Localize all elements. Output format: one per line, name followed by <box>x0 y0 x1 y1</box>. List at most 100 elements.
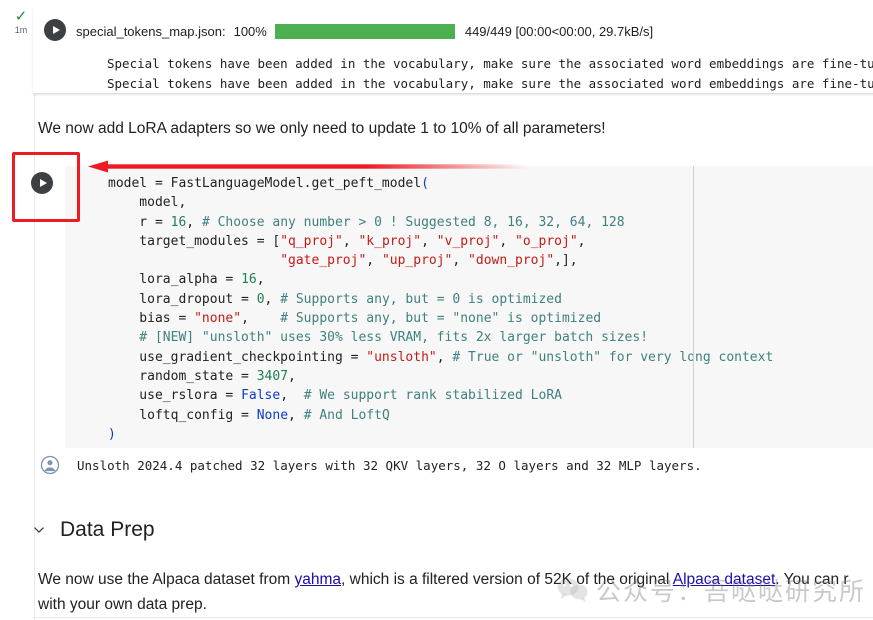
code-line: target_modules = ["q_proj", "k_proj", "v… <box>108 232 773 251</box>
code-token: target_modules = [ <box>108 233 281 249</box>
bottom-paragraph: We now use the Alpaca dataset from yahma… <box>38 567 873 617</box>
link-alpaca-dataset[interactable]: Alpaca dataset <box>673 571 776 588</box>
run-cell-button-code[interactable] <box>31 172 53 194</box>
code-token: , <box>280 388 304 404</box>
code-line: "gate_proj", "up_proj", "down_proj",], <box>108 251 773 270</box>
code-token: ,], <box>554 253 578 269</box>
code-token: # Supports any, but = "none" is optimize… <box>280 311 602 327</box>
code-token: # True or "unsloth" for very long contex… <box>452 349 774 365</box>
progress-bar-fill <box>274 23 455 39</box>
code-token: ) <box>108 426 116 442</box>
code-token: , <box>264 291 281 307</box>
section-title: Data Prep <box>60 518 155 541</box>
chevron-down-icon[interactable] <box>30 521 48 539</box>
user-avatar-icon <box>40 455 60 475</box>
code-token: 0 <box>256 291 265 307</box>
code-line: random_state = 3407, <box>108 367 773 386</box>
output-cell: special_tokens_map.json: 100% 449/449 [0… <box>33 8 873 94</box>
play-icon <box>39 179 47 187</box>
code-token: , <box>452 253 469 269</box>
stdout-text: Unsloth 2024.4 patched 32 layers with 32… <box>77 457 702 473</box>
code-token: , <box>288 407 304 423</box>
code-token: "unsloth" <box>366 349 437 365</box>
code-token: model = FastLanguageModel.get_peft_model <box>108 176 422 191</box>
code-token: , <box>436 349 453 365</box>
markdown-intro-text: We now add LoRA adapters so we only need… <box>38 120 606 137</box>
code-token: lora_dropout = <box>108 291 257 307</box>
code-line: lora_alpha = 16, <box>108 270 773 289</box>
run-time-label: 1m <box>14 25 28 35</box>
colab-notebook-page: ✓ 1m special_tokens_map.json: 100% 449/4… <box>0 0 873 620</box>
code-editor-content[interactable]: model = FastLanguageModel.get_peft_model… <box>108 174 773 444</box>
code-token: , <box>288 368 296 384</box>
code-token: , <box>342 233 359 249</box>
progress-file-label: special_tokens_map.json: <box>76 23 226 39</box>
code-token: loftq_config = <box>108 407 257 423</box>
play-icon <box>52 26 60 34</box>
code-token: "o_proj" <box>515 233 578 249</box>
code-line: loftq_config = None, # And LoftQ <box>108 406 773 425</box>
paragraph-text-part3: . You can r <box>775 571 849 588</box>
code-cell[interactable]: model = FastLanguageModel.get_peft_model… <box>65 166 873 448</box>
progress-bar-track <box>274 23 455 39</box>
code-token: None <box>256 407 289 423</box>
paragraph-text-part1: We now use the Alpaca dataset from <box>38 571 295 588</box>
output-line: Special tokens have been added in the vo… <box>107 56 873 71</box>
code-token: random_state = <box>108 368 257 384</box>
code-token: "q_proj" <box>280 233 343 249</box>
code-token: , <box>241 311 281 327</box>
code-token: model, <box>108 195 187 211</box>
code-token: # And LoftQ <box>303 407 390 423</box>
code-token: , <box>186 214 202 230</box>
code-token: use_gradient_checkpointing = <box>108 349 367 365</box>
code-token: , <box>421 233 437 249</box>
code-token: r = <box>108 214 171 230</box>
run-status-indicator: ✓ 1m <box>10 8 32 36</box>
stdout-output-row: Unsloth 2024.4 patched 32 layers with 32… <box>40 455 702 475</box>
code-token: , <box>577 233 586 249</box>
paragraph-text-part2: , which is a filtered version of 52K of … <box>341 571 673 588</box>
code-token: # Supports any, but = 0 is optimized <box>280 291 562 307</box>
code-token: lora_alpha = <box>108 272 242 288</box>
run-cell-button-output[interactable] <box>44 19 66 41</box>
code-token: "up_proj" <box>381 253 453 269</box>
code-token: "v_proj" <box>436 233 500 249</box>
code-print-margin <box>693 166 694 448</box>
code-token: "none" <box>194 311 242 327</box>
code-line: r = 16, # Choose any number > 0 ! Sugges… <box>108 213 773 232</box>
code-token: "gate_proj" <box>280 253 367 269</box>
code-token: "down_proj" <box>468 253 555 269</box>
page-bottom-rule <box>33 617 873 618</box>
progress-stats: 449/449 [00:00<00:00, 29.7kB/s] <box>464 23 654 39</box>
code-token: # We support rank stabilized LoRA <box>303 388 562 404</box>
code-token: 16 <box>170 214 187 230</box>
code-line: ) <box>108 425 773 444</box>
code-line: model = FastLanguageModel.get_peft_model… <box>108 174 773 193</box>
code-token: ( <box>421 176 429 191</box>
code-token: # [NEW] "unsloth" uses 30% less VRAM, fi… <box>108 330 649 346</box>
code-line: model, <box>108 193 773 212</box>
check-icon: ✓ <box>14 8 28 25</box>
code-token: # Choose any number > 0 ! Suggested 8, 1… <box>201 214 625 230</box>
code-token: , <box>366 253 382 269</box>
link-yahma[interactable]: yahma <box>294 571 341 588</box>
code-token: False <box>241 388 281 404</box>
code-line: # [NEW] "unsloth" uses 30% less VRAM, fi… <box>108 328 773 347</box>
code-token: , <box>256 272 265 288</box>
code-line: use_rslora = False, # We support rank st… <box>108 386 773 405</box>
paragraph-line-2: with your own data prep. <box>38 596 207 613</box>
code-token: , <box>499 233 516 249</box>
section-header-data-prep[interactable]: Data Prep <box>30 518 155 542</box>
code-line: lora_dropout = 0, # Supports any, but = … <box>108 290 773 309</box>
code-token: 16 <box>241 272 257 288</box>
output-line: Special tokens have been added in the vo… <box>107 76 873 91</box>
code-token: "k_proj" <box>358 233 422 249</box>
code-token: 3407 <box>256 368 289 384</box>
code-line: use_gradient_checkpointing = "unsloth", … <box>108 348 773 367</box>
code-token: bias = <box>108 311 195 327</box>
page-top-strip <box>33 0 873 8</box>
code-token: use_rslora = <box>108 388 242 404</box>
download-progress-row: special_tokens_map.json: 100% 449/449 [0… <box>76 22 653 40</box>
code-line: bias = "none", # Supports any, but = "no… <box>108 309 773 328</box>
